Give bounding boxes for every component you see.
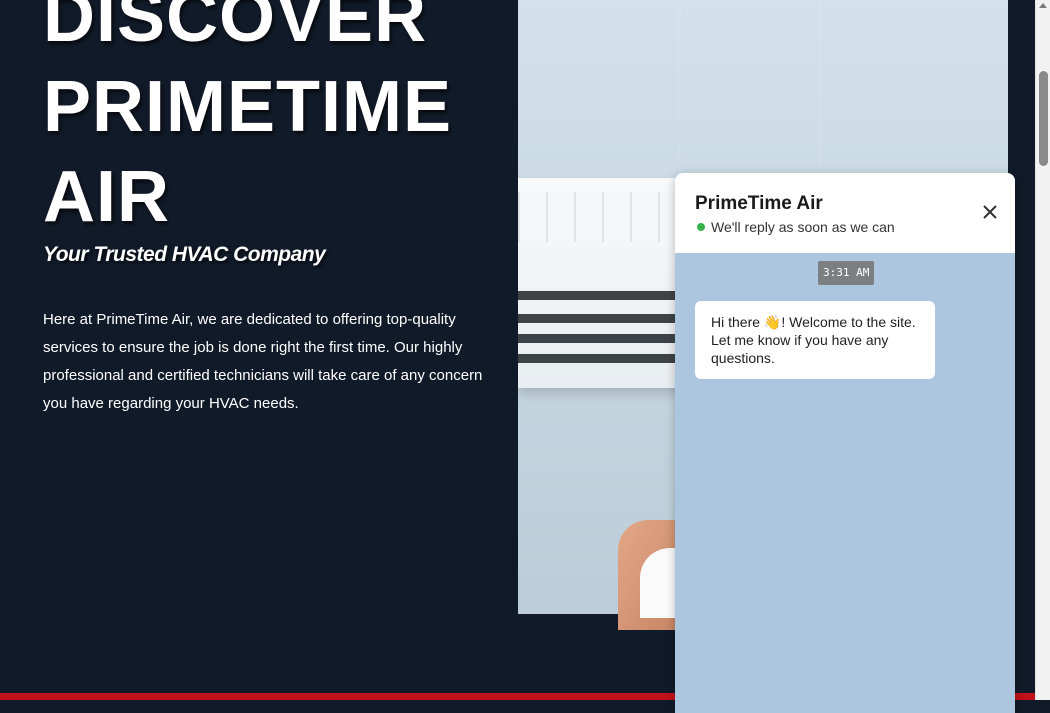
message-timestamp: 3:31 AM	[818, 261, 875, 285]
scrollbar-thumb[interactable]	[1039, 71, 1048, 166]
hero-title-line-3: AIR	[43, 157, 170, 237]
chat-message-bubble: Hi there 👋! Welcome to the site. Let me …	[695, 301, 935, 379]
chat-status: We'll reply as soon as we can	[697, 219, 895, 235]
hero-title-line-2: PRIMETIME	[43, 67, 453, 147]
hero-intro-text: Here at PrimeTime Air, we are dedicated …	[43, 311, 483, 412]
page-scrollbar[interactable]	[1035, 0, 1050, 700]
close-chat-button[interactable]	[981, 203, 999, 221]
close-icon	[983, 205, 997, 219]
scroll-up-arrow-icon[interactable]	[1039, 3, 1047, 8]
online-status-dot	[697, 223, 705, 231]
chat-widget: PrimeTime Air We'll reply as soon as we …	[675, 173, 1015, 713]
hero-title: DISCOVER PRIMETIME AIR	[43, 0, 452, 242]
chat-header: PrimeTime Air We'll reply as soon as we …	[675, 173, 1015, 253]
hero-tagline: Your Trusted HVAC Company	[43, 243, 326, 266]
chat-business-name: PrimeTime Air	[695, 193, 823, 214]
chat-status-text: We'll reply as soon as we can	[711, 219, 895, 235]
hero-title-line-1: DISCOVER	[43, 0, 428, 57]
